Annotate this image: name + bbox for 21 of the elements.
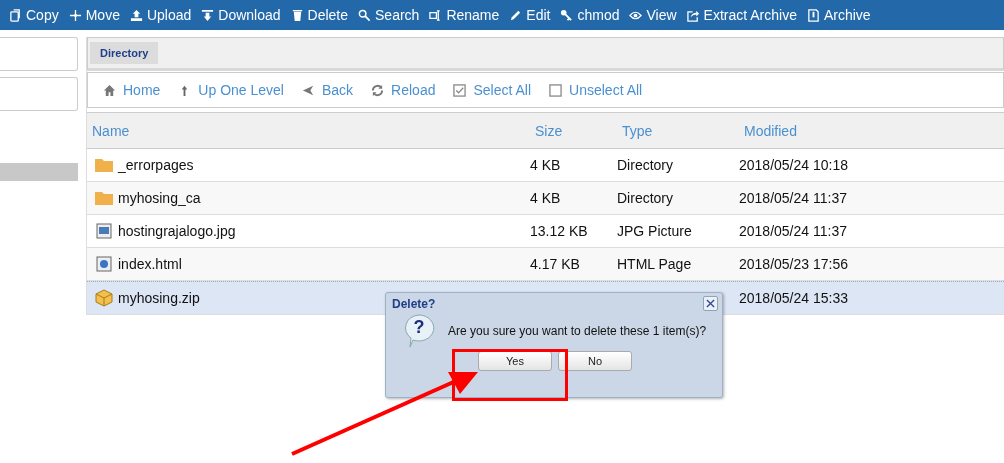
file-name: myhosing_ca: [118, 190, 201, 206]
file-size: 4.17 KB: [530, 256, 580, 272]
file-name: myhosing.zip: [118, 290, 200, 306]
file-size: 13.12 KB: [530, 223, 588, 239]
modified-date: 2018/05/24 15:33: [739, 290, 848, 306]
file-size: 4 KB: [530, 157, 561, 173]
file-name: _errorpages: [118, 157, 194, 173]
file-type: HTML Page: [617, 256, 692, 272]
modified-date: 2018/05/24 10:18: [739, 157, 848, 173]
file-type: Directory: [617, 157, 673, 173]
modified-date: 2018/05/23 17:56: [739, 256, 848, 272]
file-size: 4 KB: [530, 190, 561, 206]
file-type: JPG Picture: [617, 223, 692, 239]
file-type: Directory: [617, 190, 673, 206]
file-name: index.html: [118, 256, 182, 272]
question-icon: ?: [402, 313, 436, 349]
modified-date: 2018/05/24 11:37: [739, 223, 847, 239]
modified-date: 2018/05/24 11:37: [739, 190, 847, 206]
dialog-title: Delete?: [392, 296, 436, 311]
file-name: hostingrajalogo.jpg: [118, 223, 236, 239]
dialog-message: Are you sure you want to delete these 1 item(s)?: [448, 324, 707, 338]
